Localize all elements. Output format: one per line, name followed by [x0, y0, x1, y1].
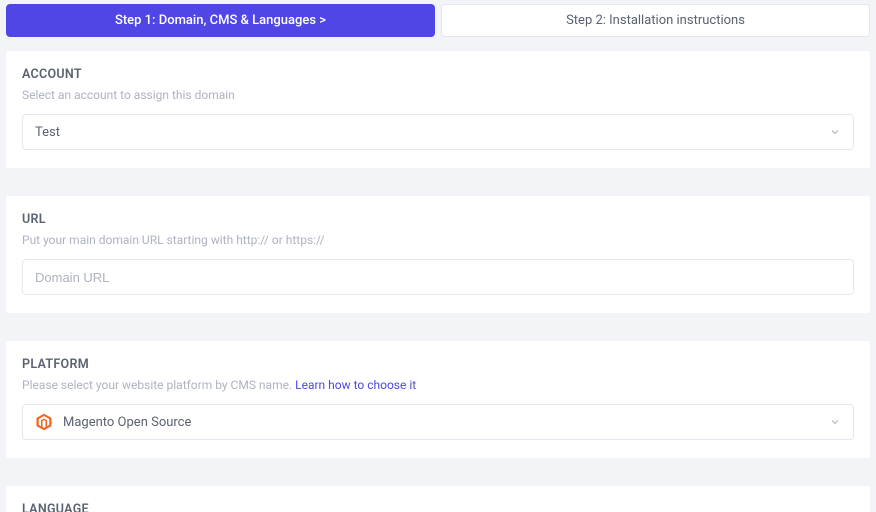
account-select[interactable]: Test: [22, 114, 854, 150]
account-subtitle: Select an account to assign this domain: [22, 88, 854, 102]
tab-step1-label: Step 1: Domain, CMS & Languages >: [115, 13, 326, 28]
magento-icon: [35, 413, 53, 431]
tab-step1[interactable]: Step 1: Domain, CMS & Languages >: [6, 4, 435, 37]
url-input-wrapper: [22, 259, 854, 295]
tab-step2[interactable]: Step 2: Installation instructions: [441, 4, 870, 37]
url-subtitle: Put your main domain URL starting with h…: [22, 233, 854, 247]
platform-subtitle: Please select your website platform by C…: [22, 378, 854, 392]
language-title: LANGUAGE: [22, 502, 854, 512]
platform-learn-link[interactable]: Learn how to choose it: [295, 378, 416, 392]
tab-step2-label: Step 2: Installation instructions: [566, 13, 745, 28]
platform-select-value: Magento Open Source: [63, 415, 191, 430]
chevron-down-icon: [829, 126, 841, 138]
url-title: URL: [22, 212, 854, 227]
account-title: ACCOUNT: [22, 67, 854, 82]
account-select-value: Test: [35, 125, 60, 140]
platform-card: PLATFORM Please select your website plat…: [6, 341, 870, 458]
platform-select[interactable]: Magento Open Source: [22, 404, 854, 440]
platform-title: PLATFORM: [22, 357, 854, 372]
language-card: LANGUAGE Select the base language of you…: [6, 486, 870, 512]
account-card: ACCOUNT Select an account to assign this…: [6, 51, 870, 168]
platform-subtitle-text: Please select your website platform by C…: [22, 378, 295, 392]
chevron-down-icon: [829, 416, 841, 428]
wizard-tabs: Step 1: Domain, CMS & Languages > Step 2…: [0, 0, 876, 37]
url-input[interactable]: [35, 270, 841, 285]
url-card: URL Put your main domain URL starting wi…: [6, 196, 870, 313]
